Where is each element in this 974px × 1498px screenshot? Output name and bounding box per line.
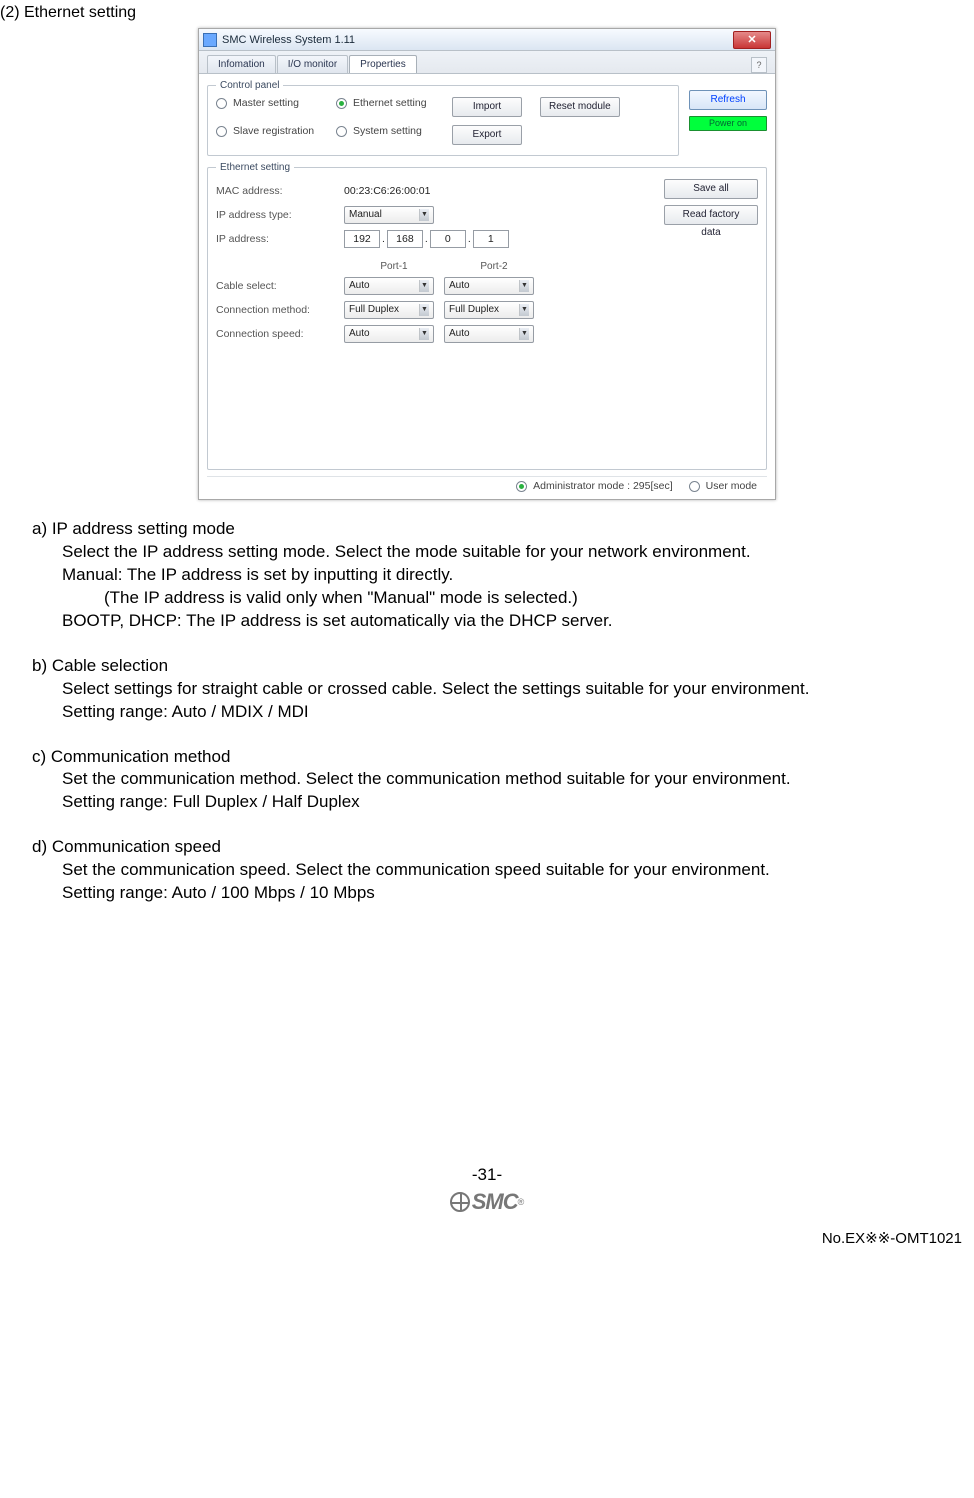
radio-system-setting[interactable]: System setting xyxy=(336,125,446,137)
document-number: No.EX※※-OMT1021 xyxy=(8,1229,966,1247)
tab-io-monitor[interactable]: I/O monitor xyxy=(277,55,348,73)
tab-properties[interactable]: Properties xyxy=(349,55,417,73)
radio-user-mode[interactable]: User mode xyxy=(689,480,757,492)
reset-module-button[interactable]: Reset module xyxy=(540,97,620,117)
ip-address-label: IP address: xyxy=(216,233,344,245)
save-all-button[interactable]: Save all xyxy=(664,179,758,199)
radio-slave-registration[interactable]: Slave registration xyxy=(216,125,336,137)
ip-seg-4[interactable]: 1 xyxy=(473,230,509,248)
item-c-line1: Set the communication method. Select the… xyxy=(62,768,966,791)
close-icon[interactable]: ✕ xyxy=(733,31,771,49)
ip-seg-3[interactable]: 0 xyxy=(430,230,466,248)
registered-icon: ® xyxy=(518,1197,525,1207)
ip-address-input[interactable]: 192. 168. 0. 1 xyxy=(344,230,509,248)
cable-p2-value: Auto xyxy=(449,278,470,294)
item-a: a) IP address setting mode Select the IP… xyxy=(32,518,966,633)
window-title: SMC Wireless System 1.11 xyxy=(222,34,355,46)
title-bar: SMC Wireless System 1.11 ✕ xyxy=(199,29,775,51)
control-panel-group: Control panel Master setting Slave regis… xyxy=(207,80,679,156)
item-a-line1: Select the IP address setting mode. Sele… xyxy=(62,541,966,564)
app-window: SMC Wireless System 1.11 ✕ Infomation I/… xyxy=(198,28,776,500)
status-bar: Administrator mode : 295[sec] User mode xyxy=(207,476,767,495)
connection-method-label: Connection method: xyxy=(216,304,344,316)
tab-strip: Infomation I/O monitor Properties ? xyxy=(199,51,775,73)
item-c-line2: Setting range: Full Duplex / Half Duplex xyxy=(62,791,966,814)
item-a-line2: Manual: The IP address is set by inputti… xyxy=(62,564,966,587)
radio-admin-mode[interactable]: Administrator mode : 295[sec] xyxy=(516,480,672,492)
tab-information[interactable]: Infomation xyxy=(207,55,276,73)
chevron-down-icon: ▼ xyxy=(519,328,529,340)
ip-type-value: Manual xyxy=(349,207,382,223)
item-a-title: a) IP address setting mode xyxy=(32,518,966,541)
page-number: -31- xyxy=(8,1165,966,1185)
item-c-title: c) Communication method xyxy=(32,746,966,769)
help-button[interactable]: ? xyxy=(751,57,767,73)
item-a-line3: (The IP address is valid only when "Manu… xyxy=(104,587,966,610)
ip-type-label: IP address type: xyxy=(216,209,344,221)
item-d: d) Communication speed Set the communica… xyxy=(32,836,966,905)
cable-p1-value: Auto xyxy=(349,278,370,294)
chevron-down-icon: ▼ xyxy=(519,304,529,316)
chevron-down-icon: ▼ xyxy=(419,280,429,292)
item-b-line2: Setting range: Auto / MDIX / MDI xyxy=(62,701,966,724)
cable-select-label: Cable select: xyxy=(216,280,344,292)
admin-mode-label: Administrator mode : 295[sec] xyxy=(533,480,672,492)
radio-slave-label: Slave registration xyxy=(233,125,314,137)
mac-address-label: MAC address: xyxy=(216,185,344,197)
port1-header: Port-1 xyxy=(344,261,444,272)
item-b-line1: Select settings for straight cable or cr… xyxy=(62,678,966,701)
cable-select-port2[interactable]: Auto ▼ xyxy=(444,277,534,295)
ethernet-setting-legend: Ethernet setting xyxy=(216,162,294,173)
radio-master-label: Master setting xyxy=(233,97,299,109)
refresh-button[interactable]: Refresh xyxy=(689,90,767,110)
connection-method-port1[interactable]: Full Duplex ▼ xyxy=(344,301,434,319)
conn-p2-value: Full Duplex xyxy=(449,302,499,318)
item-b: b) Cable selection Select settings for s… xyxy=(32,655,966,724)
item-b-title: b) Cable selection xyxy=(32,655,966,678)
item-d-line1: Set the communication speed. Select the … xyxy=(62,859,966,882)
connection-speed-label: Connection speed: xyxy=(216,328,344,340)
port2-header: Port-2 xyxy=(444,261,544,272)
import-button[interactable]: Import xyxy=(452,97,522,117)
radio-master-setting[interactable]: Master setting xyxy=(216,97,336,109)
conn-p1-value: Full Duplex xyxy=(349,302,399,318)
section-heading: (2) Ethernet setting xyxy=(0,4,966,22)
ip-seg-2[interactable]: 168 xyxy=(387,230,423,248)
item-a-line4: BOOTP, DHCP: The IP address is set autom… xyxy=(62,610,966,633)
radio-ethernet-setting[interactable]: Ethernet setting xyxy=(336,97,446,109)
item-d-line2: Setting range: Auto / 100 Mbps / 10 Mbps xyxy=(62,882,966,905)
chevron-down-icon: ▼ xyxy=(419,304,429,316)
item-d-title: d) Communication speed xyxy=(32,836,966,859)
chevron-down-icon: ▼ xyxy=(419,209,429,221)
smc-logo: SMC® xyxy=(450,1189,525,1215)
radio-ethernet-label: Ethernet setting xyxy=(353,97,427,109)
item-c: c) Communication method Set the communic… xyxy=(32,746,966,815)
connection-speed-port1[interactable]: Auto ▼ xyxy=(344,325,434,343)
app-icon xyxy=(203,33,217,47)
connection-speed-port2[interactable]: Auto ▼ xyxy=(444,325,534,343)
user-mode-label: User mode xyxy=(706,480,757,492)
globe-icon xyxy=(450,1192,470,1212)
logo-text: SMC xyxy=(472,1189,518,1215)
power-indicator: Power on xyxy=(689,116,767,131)
mac-address-value: 00:23:C6:26:00:01 xyxy=(344,185,430,197)
read-factory-data-button[interactable]: Read factory data xyxy=(664,205,758,225)
ip-seg-1[interactable]: 192 xyxy=(344,230,380,248)
speed-p2-value: Auto xyxy=(449,326,470,342)
control-panel-legend: Control panel xyxy=(216,80,283,91)
cable-select-port1[interactable]: Auto ▼ xyxy=(344,277,434,295)
radio-system-label: System setting xyxy=(353,125,422,137)
ip-type-select[interactable]: Manual ▼ xyxy=(344,206,434,224)
chevron-down-icon: ▼ xyxy=(519,280,529,292)
ethernet-setting-group: Ethernet setting MAC address: 00:23:C6:2… xyxy=(207,162,767,470)
chevron-down-icon: ▼ xyxy=(419,328,429,340)
export-button[interactable]: Export xyxy=(452,125,522,145)
speed-p1-value: Auto xyxy=(349,326,370,342)
connection-method-port2[interactable]: Full Duplex ▼ xyxy=(444,301,534,319)
